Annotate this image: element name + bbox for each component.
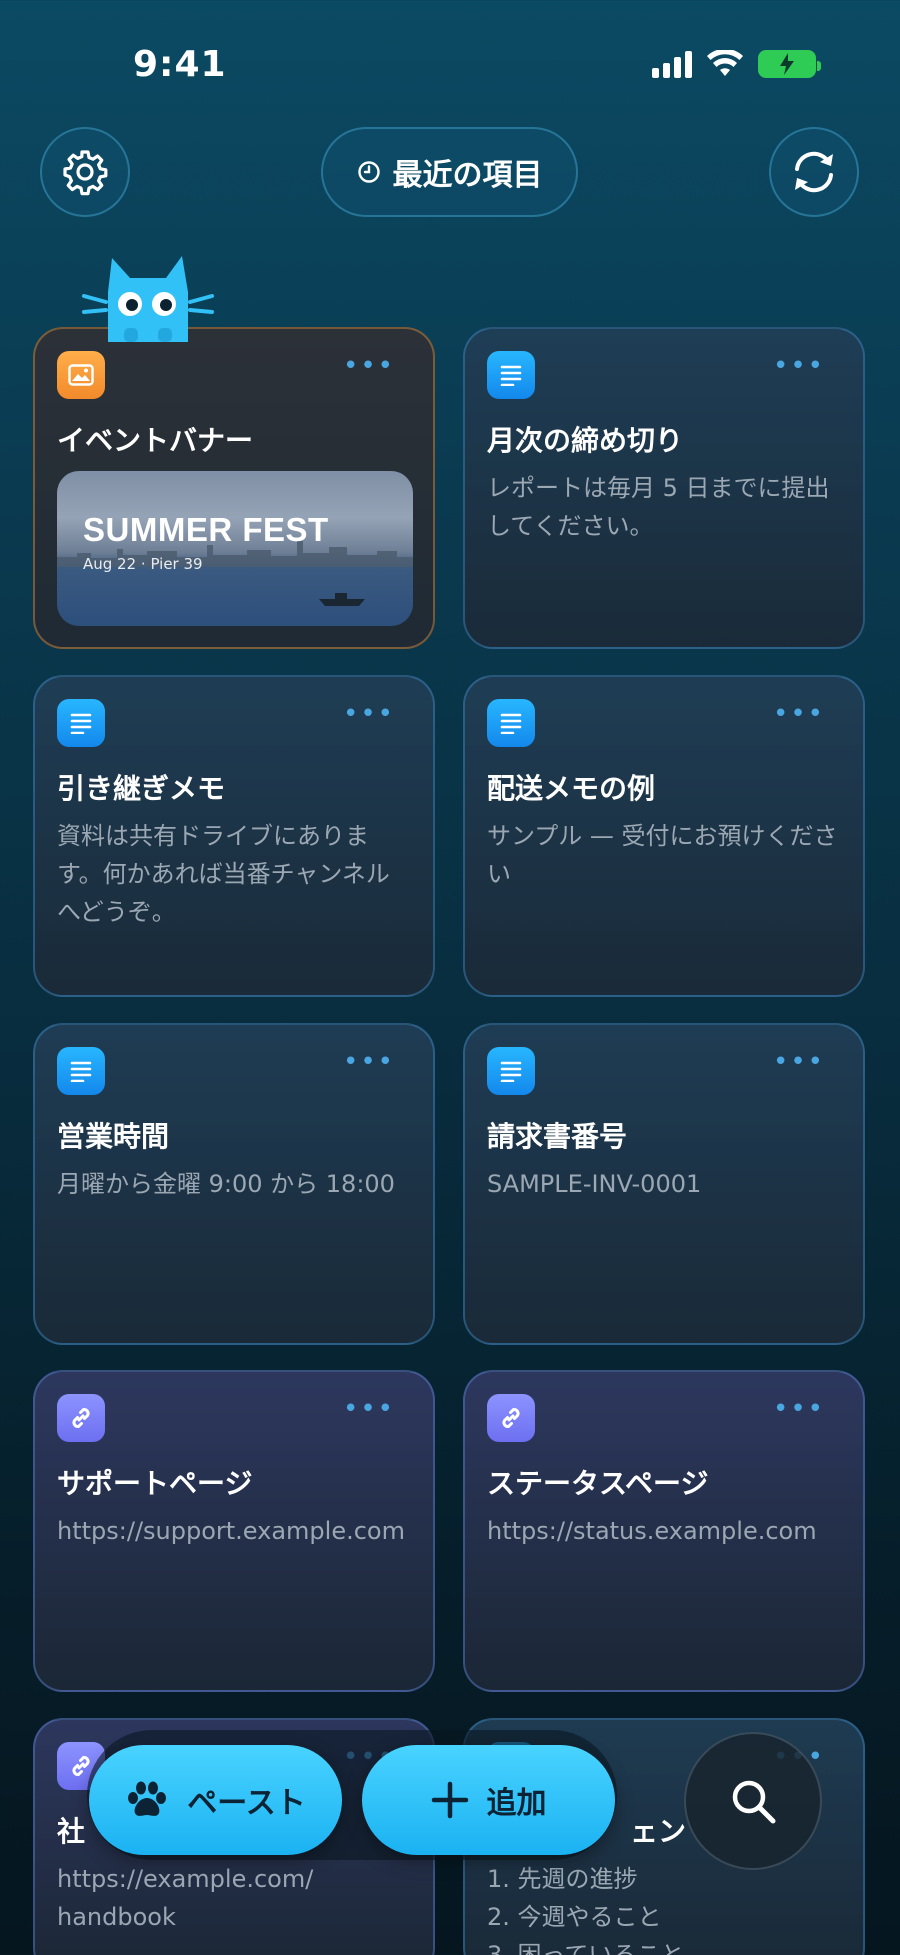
card-body: レポートは毎月 5 日までに提出してください。 — [487, 474, 830, 540]
document-type-badge — [487, 351, 535, 399]
banner-subtitle: Aug 22 · Pier 39 — [83, 555, 203, 573]
document-icon — [500, 365, 522, 386]
card-title: 引き継ぎメモ — [57, 772, 226, 805]
paw-icon — [128, 1781, 167, 1816]
paste-button[interactable]: ペースト — [89, 1745, 342, 1855]
document-type-badge — [57, 699, 105, 747]
more-icon[interactable]: ••• — [343, 351, 395, 381]
more-icon[interactable]: ••• — [343, 699, 395, 729]
add-button[interactable]: 追加 — [362, 1745, 615, 1855]
card-status-page[interactable]: ••• ステータスページ https://status.example.com — [463, 1370, 865, 1692]
list-item: 1. 先週の進捗 — [487, 1865, 638, 1893]
link-type-badge — [487, 1394, 535, 1442]
list-item: 3. 困っていること — [487, 1941, 685, 1955]
recent-items-button[interactable]: 最近の項目 — [321, 127, 578, 217]
plus-icon — [431, 1781, 468, 1819]
card-title: 請求書番号 — [487, 1120, 628, 1153]
card-title: ェン — [630, 1815, 687, 1848]
boat-graphic — [319, 593, 365, 606]
clock-icon — [357, 161, 380, 183]
cat-mascot — [82, 256, 214, 342]
document-icon — [70, 1061, 92, 1082]
card-support-page[interactable]: ••• サポートページ https://support.example.com — [33, 1370, 435, 1692]
status-icons — [652, 50, 821, 78]
document-icon — [500, 713, 522, 734]
more-icon[interactable]: ••• — [773, 351, 825, 381]
document-icon — [500, 1061, 522, 1082]
card-delivery-memo[interactable]: ••• 配送メモの例 サンプル — 受付にお預けください — [463, 675, 865, 997]
card-body: 月曜から金曜 9:00 から 18:00 — [57, 1170, 395, 1198]
more-icon[interactable]: ••• — [773, 1394, 825, 1424]
card-body: https://status.example.com — [487, 1517, 817, 1545]
card-body: 資料は共有ドライブにあります。何かあれば当番チャンネルへどうぞ。 — [57, 822, 390, 926]
more-icon[interactable]: ••• — [343, 1394, 395, 1424]
search-button[interactable] — [684, 1732, 822, 1870]
document-icon — [70, 713, 92, 734]
sync-button[interactable] — [769, 127, 859, 217]
status-bar: 9:41 — [0, 0, 900, 130]
card-body: https://support.example.com — [57, 1517, 405, 1545]
recent-items-label: 最近の項目 — [392, 158, 543, 193]
card-invoice-number[interactable]: ••• 請求書番号 SAMPLE-INV-0001 — [463, 1023, 865, 1345]
link-type-badge — [57, 1394, 105, 1442]
more-icon[interactable]: ••• — [343, 1047, 395, 1077]
card-handover-memo[interactable]: ••• 引き継ぎメモ 資料は共有ドライブにあります。何かあれば当番チャンネルへど… — [33, 675, 435, 997]
add-label: 追加 — [486, 1786, 547, 1821]
status-time: 9:41 — [133, 44, 227, 85]
document-type-badge — [57, 1047, 105, 1095]
paste-label: ペースト — [187, 1786, 306, 1821]
list-item: 2. 今週やること — [487, 1903, 662, 1931]
document-type-badge — [487, 1047, 535, 1095]
battery-charging-icon — [758, 50, 821, 78]
card-body: サンプル — 受付にお預けください — [487, 822, 838, 888]
card-title: サポートページ — [57, 1467, 253, 1500]
card-title: イベントバナー — [57, 424, 254, 457]
card-business-hours[interactable]: ••• 営業時間 月曜から金曜 9:00 から 18:00 — [33, 1023, 435, 1345]
card-title: 配送メモの例 — [487, 772, 656, 805]
wifi-icon — [707, 50, 743, 76]
image-icon — [68, 364, 94, 386]
card-body: https://example.com/ handbook — [57, 1865, 314, 1931]
card-title: ステータスページ — [487, 1467, 709, 1500]
link-icon — [502, 1408, 520, 1428]
gear-icon — [63, 150, 108, 196]
more-icon[interactable]: ••• — [773, 699, 825, 729]
more-icon[interactable]: ••• — [773, 1047, 825, 1077]
image-type-badge — [57, 351, 105, 399]
document-type-badge — [487, 699, 535, 747]
card-monthly-deadline[interactable]: ••• 月次の締め切り レポートは毎月 5 日までに提出してください。 — [463, 327, 865, 649]
sync-icon — [795, 151, 833, 193]
cellular-signal-icon — [652, 50, 692, 78]
event-banner-image: SUMMER FEST Aug 22 · Pier 39 — [57, 471, 413, 626]
card-title: 社 — [57, 1815, 86, 1848]
card-title: 営業時間 — [57, 1120, 170, 1153]
settings-button[interactable] — [40, 127, 130, 217]
banner-title: SUMMER FEST — [83, 511, 329, 548]
card-body: SAMPLE-INV-0001 — [487, 1170, 702, 1198]
card-body: 1. 先週の進捗 2. 今週やること 3. 困っていること — [487, 1860, 841, 1955]
search-icon — [732, 1780, 776, 1824]
card-title: 月次の締め切り — [487, 424, 684, 457]
card-event-banner[interactable]: ••• イベントバナー SUMMER FEST Aug 22 · Pier 39 — [33, 327, 435, 649]
link-icon — [72, 1408, 90, 1428]
